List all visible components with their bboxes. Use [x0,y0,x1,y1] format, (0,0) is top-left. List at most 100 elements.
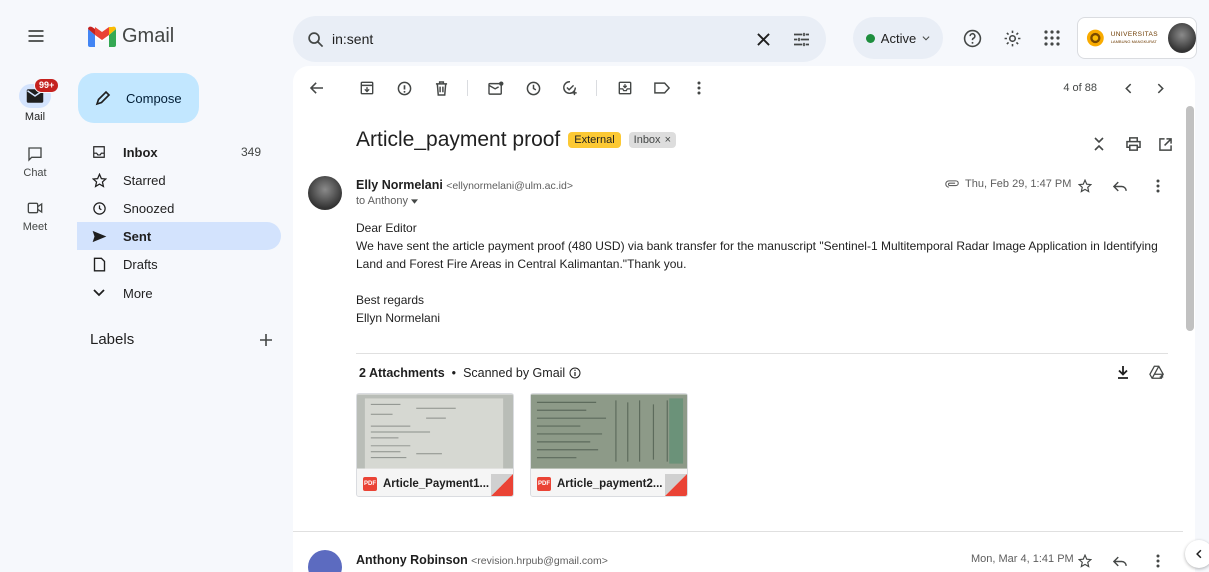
print-button[interactable] [1121,132,1145,156]
close-icon [756,32,770,46]
unread-badge: 99+ [34,78,60,93]
attachments-header: 2 Attachments • Scanned by Gmail [359,366,581,380]
nav-item-snoozed[interactable]: Snoozed [77,194,281,222]
trash-icon [435,80,447,96]
move-icon [618,81,632,95]
sender-email: <ellynormelani@ulm.ac.id> [446,180,573,192]
delete-button[interactable] [429,76,453,100]
status-selector[interactable]: Active [853,17,943,59]
message-more-button[interactable] [1146,174,1170,198]
attachment-footer: PDF Article_payment2... [531,469,687,496]
inbox-chip-label: Inbox [633,134,661,146]
apps-button[interactable] [1040,26,1064,50]
nav-item-more[interactable]: More [77,279,281,307]
thread-subject: Article_payment proof External Inbox × [356,128,676,152]
org-name-line2: LAMBUNG MANGKURAT [1110,39,1157,44]
reply-button[interactable] [1108,549,1132,572]
nav-label-starred: Starred [123,172,166,188]
gear-icon [1004,30,1020,46]
university-logo-icon [1086,29,1104,47]
message-more-button[interactable] [1146,549,1170,572]
account-avatar[interactable] [1167,23,1196,53]
body-greeting: Dear Editor [356,221,417,235]
labels-button[interactable] [650,76,674,100]
archive-button[interactable] [355,76,379,100]
message-date: Mon, Mar 4, 1:41 PM [971,553,1074,565]
rail-mail-label: Mail [24,111,46,123]
gmail-m-icon [88,26,116,47]
sender-name[interactable]: Elly Normelani [356,178,443,192]
sender-avatar[interactable] [308,550,342,572]
add-to-tasks-button[interactable] [558,76,582,100]
sender-name[interactable]: Anthony Robinson [356,553,468,567]
star-message-button[interactable] [1073,549,1097,572]
download-all-button[interactable] [1111,360,1135,384]
nav-item-sent[interactable]: Sent [77,222,281,250]
snooze-button[interactable] [521,76,545,100]
rail-chat[interactable]: Chat [8,142,62,179]
sender-line[interactable]: Anthony Robinson <revision.hrpub@gmail.c… [356,553,608,567]
settings-button[interactable] [1000,26,1024,50]
nav-item-starred[interactable]: Starred [77,166,281,194]
app-name: Gmail [122,25,175,47]
gmail-logo[interactable]: Gmail [88,25,174,48]
mark-unread-icon [488,81,504,95]
mark-unread-button[interactable] [484,76,508,100]
nav-item-drafts[interactable]: Drafts [77,250,281,278]
recipients-toggle[interactable]: to Anthony [356,195,418,207]
newer-button[interactable] [1116,76,1140,100]
app-rail: 99+ Mail Chat Meet [0,0,70,572]
unfold-icon [1094,137,1104,151]
older-button[interactable] [1148,76,1172,100]
report-icon [397,81,411,95]
search-options-button[interactable] [789,27,813,51]
clear-search-button[interactable] [751,27,775,51]
attachment-card[interactable]: PDF Article_Payment1... [356,393,514,497]
account-switcher[interactable]: UNIVERSITAS LAMBUNG MANGKURAT [1077,17,1197,59]
search-icon[interactable] [307,31,324,48]
message-toolbar: 4 of 88 [293,66,1195,110]
draft-icon [93,257,105,271]
open-new-window-button[interactable] [1153,132,1177,156]
search-input[interactable] [332,31,712,47]
help-icon [963,29,981,47]
sender-avatar[interactable] [308,176,342,210]
star-message-button[interactable] [1073,174,1097,198]
hamburger-icon [28,30,44,42]
save-to-drive-button[interactable] [1145,360,1169,384]
attachment-name: Article_payment2... [557,477,663,490]
rail-mail[interactable]: 99+ Mail [8,78,62,123]
org-name-line1: UNIVERSITAS [1110,31,1158,38]
rail-meet[interactable]: Meet [8,196,62,233]
support-button[interactable] [960,26,984,50]
nav-label-sent: Sent [123,228,152,244]
star-icon [1078,554,1092,568]
star-icon [1078,179,1092,193]
org-name: UNIVERSITAS LAMBUNG MANGKURAT [1111,31,1158,45]
info-icon [569,367,581,379]
reply-button[interactable] [1108,174,1132,198]
attachment-card[interactable]: PDF Article_payment2... [530,393,688,497]
nav-item-inbox[interactable]: Inbox 349 [77,138,281,166]
attachments-separator: • [451,366,457,380]
remove-label-button[interactable]: × [665,134,671,146]
scrollbar-thumb[interactable] [1186,106,1194,331]
move-to-button[interactable] [613,76,637,100]
expand-all-button[interactable] [1087,132,1111,156]
main-menu-button[interactable] [20,20,52,52]
create-label-button[interactable] [255,329,277,351]
compose-button[interactable]: Compose [78,73,199,123]
search-bar[interactable] [293,16,826,62]
nav-label-more: More [123,285,153,301]
archive-icon [360,81,374,95]
more-actions-button[interactable] [687,76,711,100]
status-label: Active [880,30,917,46]
download-icon [1118,366,1128,379]
back-button[interactable] [305,76,329,100]
report-spam-button[interactable] [392,76,416,100]
chevron-down-icon [93,289,105,297]
compose-label: Compose [126,90,182,106]
show-side-panel-button[interactable] [1185,540,1209,568]
pencil-icon [95,90,111,106]
more-vert-icon [1156,179,1160,193]
